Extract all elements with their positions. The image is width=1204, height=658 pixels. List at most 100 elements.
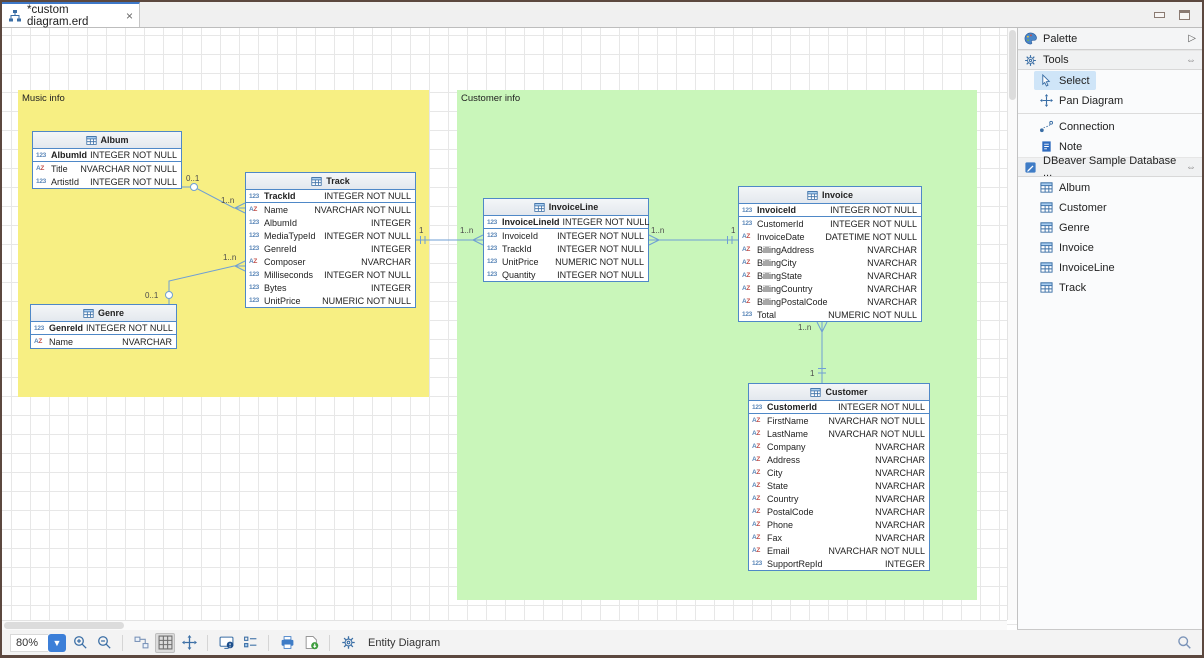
string-type-icon: AZ (742, 298, 754, 305)
entity-column-row[interactable]: 123TrackIdINTEGER NOT NULL (246, 190, 415, 203)
tab-close-icon[interactable]: × (126, 9, 133, 23)
column-type: NVARCHAR (867, 271, 917, 281)
zoom-dropdown-button[interactable]: ▼ (48, 634, 66, 652)
diagram-info-button[interactable] (216, 633, 236, 653)
entity-column-row[interactable]: AZPostalCodeNVARCHAR (749, 505, 929, 518)
palette-expand-icon[interactable]: ▷ (1188, 33, 1196, 44)
entity-column-row[interactable]: 123InvoiceLineIdINTEGER NOT NULL (484, 216, 648, 229)
entity-column-row[interactable]: AZPhoneNVARCHAR (749, 518, 929, 531)
entity-column-row[interactable]: AZCountryNVARCHAR (749, 492, 929, 505)
entity-customer[interactable]: Customer123CustomerIdINTEGER NOT NULLAZF… (748, 383, 930, 571)
entity-column-row[interactable]: AZAddressNVARCHAR (749, 453, 929, 466)
entity-column-row[interactable]: 123QuantityINTEGER NOT NULL (484, 268, 648, 281)
minimize-icon[interactable] (1154, 12, 1165, 18)
entity-column-row[interactable]: AZFaxNVARCHAR (749, 531, 929, 544)
entity-genre[interactable]: Genre123GenreIdINTEGER NOT NULLAZNameNVA… (30, 304, 177, 349)
entity-column-row[interactable]: AZNameNVARCHAR NOT NULL (246, 203, 415, 216)
entity-header[interactable]: Customer (749, 384, 929, 401)
table-icon (1040, 201, 1053, 214)
pin-icon[interactable]: ⇔ (1186, 55, 1196, 66)
entity-column-row[interactable]: AZFirstNameNVARCHAR NOT NULL (749, 414, 929, 427)
entity-column-row[interactable]: 123TrackIdINTEGER NOT NULL (484, 242, 648, 255)
palette-section-header-tools[interactable]: Tools⇔ (1018, 50, 1202, 70)
palette-item-track[interactable]: Track (1034, 278, 1092, 297)
entity-header[interactable]: Invoice (739, 187, 921, 204)
zoom-in-button[interactable] (70, 633, 90, 653)
palette-item-genre[interactable]: Genre (1034, 218, 1096, 237)
column-type: NVARCHAR (875, 442, 925, 452)
column-name: Milliseconds (264, 270, 313, 280)
entity-column-row[interactable]: AZLastNameNVARCHAR NOT NULL (749, 427, 929, 440)
maximize-icon[interactable] (1179, 10, 1190, 20)
region-label: Music info (22, 93, 65, 104)
diagram-settings-button[interactable] (240, 633, 260, 653)
string-type-icon: AZ (742, 285, 754, 292)
palette-item-invoiceline[interactable]: InvoiceLine (1034, 258, 1121, 277)
zoom-level-field[interactable]: 80% (10, 634, 48, 652)
entity-column-row[interactable]: AZInvoiceDateDATETIME NOT NULL (739, 230, 921, 243)
entity-header[interactable]: Genre (31, 305, 176, 322)
entity-column-row[interactable]: 123CustomerIdINTEGER NOT NULL (739, 217, 921, 230)
pin-icon[interactable]: ⇔ (1186, 162, 1196, 173)
entity-column-row[interactable]: AZEmailNVARCHAR NOT NULL (749, 544, 929, 557)
entity-invoiceline[interactable]: InvoiceLine123InvoiceLineIdINTEGER NOT N… (483, 198, 649, 282)
palette-item-label: Genre (1059, 222, 1090, 234)
entity-column-row[interactable]: 123UnitPriceNUMERIC NOT NULL (484, 255, 648, 268)
entity-column-row[interactable]: 123InvoiceIdINTEGER NOT NULL (739, 204, 921, 217)
palette-item-customer[interactable]: Customer (1034, 198, 1113, 217)
entity-column-row[interactable]: 123InvoiceIdINTEGER NOT NULL (484, 229, 648, 242)
entity-column-row[interactable]: AZCityNVARCHAR (749, 466, 929, 479)
search-icon[interactable] (1174, 633, 1194, 653)
zoom-out-button[interactable] (94, 633, 114, 653)
entity-track[interactable]: Track123TrackIdINTEGER NOT NULLAZNameNVA… (245, 172, 416, 308)
fit-page-button[interactable] (179, 633, 199, 653)
entity-column-row[interactable]: AZBillingCountryNVARCHAR (739, 282, 921, 295)
entity-column-row[interactable]: 123AlbumIdINTEGER (246, 216, 415, 229)
entity-column-row[interactable]: AZBillingPostalCodeNVARCHAR (739, 295, 921, 308)
horizontal-scrollbar[interactable] (2, 620, 1007, 630)
palette-item-album[interactable]: Album (1034, 178, 1096, 197)
entity-column-row[interactable]: AZStateNVARCHAR (749, 479, 929, 492)
entity-column-row[interactable]: AZNameNVARCHAR (31, 335, 176, 348)
entity-column-row[interactable]: 123AlbumIdINTEGER NOT NULL (33, 149, 181, 162)
tab-custom-diagram[interactable]: *custom diagram.erd × (2, 2, 140, 27)
column-name: SupportRepId (767, 559, 823, 569)
palette-item-pan-diagram[interactable]: Pan Diagram (1034, 91, 1129, 110)
entity-column-row[interactable]: 123MillisecondsINTEGER NOT NULL (246, 268, 415, 281)
entity-column-row[interactable]: 123TotalNUMERIC NOT NULL (739, 308, 921, 321)
entity-header[interactable]: Album (33, 132, 181, 149)
settings-gear-icon[interactable] (338, 633, 358, 653)
entity-invoice[interactable]: Invoice123InvoiceIdINTEGER NOT NULL123Cu… (738, 186, 922, 322)
toggle-grid-button[interactable] (155, 633, 175, 653)
entity-header[interactable]: Track (246, 173, 415, 190)
column-type: NVARCHAR NOT NULL (828, 416, 925, 426)
palette-item-note[interactable]: Note (1034, 137, 1088, 156)
entity-column-row[interactable]: AZCompanyNVARCHAR (749, 440, 929, 453)
entity-column-row[interactable]: 123ArtistIdINTEGER NOT NULL (33, 175, 181, 188)
entity-column-row[interactable]: AZTitleNVARCHAR NOT NULL (33, 162, 181, 175)
entity-column-row[interactable]: 123GenreIdINTEGER NOT NULL (31, 322, 176, 335)
vertical-scrollbar[interactable] (1007, 28, 1017, 620)
palette-item-connection[interactable]: Connection (1034, 117, 1121, 136)
auto-layout-button[interactable] (131, 633, 151, 653)
entity-column-row[interactable]: AZBillingStateNVARCHAR (739, 269, 921, 282)
entity-column-row[interactable]: 123CustomerIdINTEGER NOT NULL (749, 401, 929, 414)
print-button[interactable] (277, 633, 297, 653)
entity-column-row[interactable]: AZComposerNVARCHAR (246, 255, 415, 268)
palette-section-header-dbeaver-sample-database[interactable]: DBeaver Sample Database ...⇔ (1018, 157, 1202, 177)
save-as-image-button[interactable] (301, 633, 321, 653)
palette-item-select[interactable]: Select (1034, 71, 1096, 90)
entity-album[interactable]: Album123AlbumIdINTEGER NOT NULLAZTitleNV… (32, 131, 182, 189)
column-type: NVARCHAR NOT NULL (80, 164, 177, 174)
entity-column-row[interactable]: 123UnitPriceNUMERIC NOT NULL (246, 294, 415, 307)
entity-header[interactable]: InvoiceLine (484, 199, 648, 216)
entity-column-row[interactable]: AZBillingAddressNVARCHAR (739, 243, 921, 256)
palette-header[interactable]: Palette ▷ (1018, 28, 1202, 50)
entity-column-row[interactable]: 123BytesINTEGER (246, 281, 415, 294)
palette-item-invoice[interactable]: Invoice (1034, 238, 1100, 257)
entity-column-row[interactable]: 123GenreIdINTEGER (246, 242, 415, 255)
entity-column-row[interactable]: 123MediaTypeIdINTEGER NOT NULL (246, 229, 415, 242)
entity-column-row[interactable]: AZBillingCityNVARCHAR (739, 256, 921, 269)
entity-column-row[interactable]: 123SupportRepIdINTEGER (749, 557, 929, 570)
diagram-canvas[interactable]: Music infoCustomer infoAlbum123AlbumIdIN… (2, 28, 1017, 630)
